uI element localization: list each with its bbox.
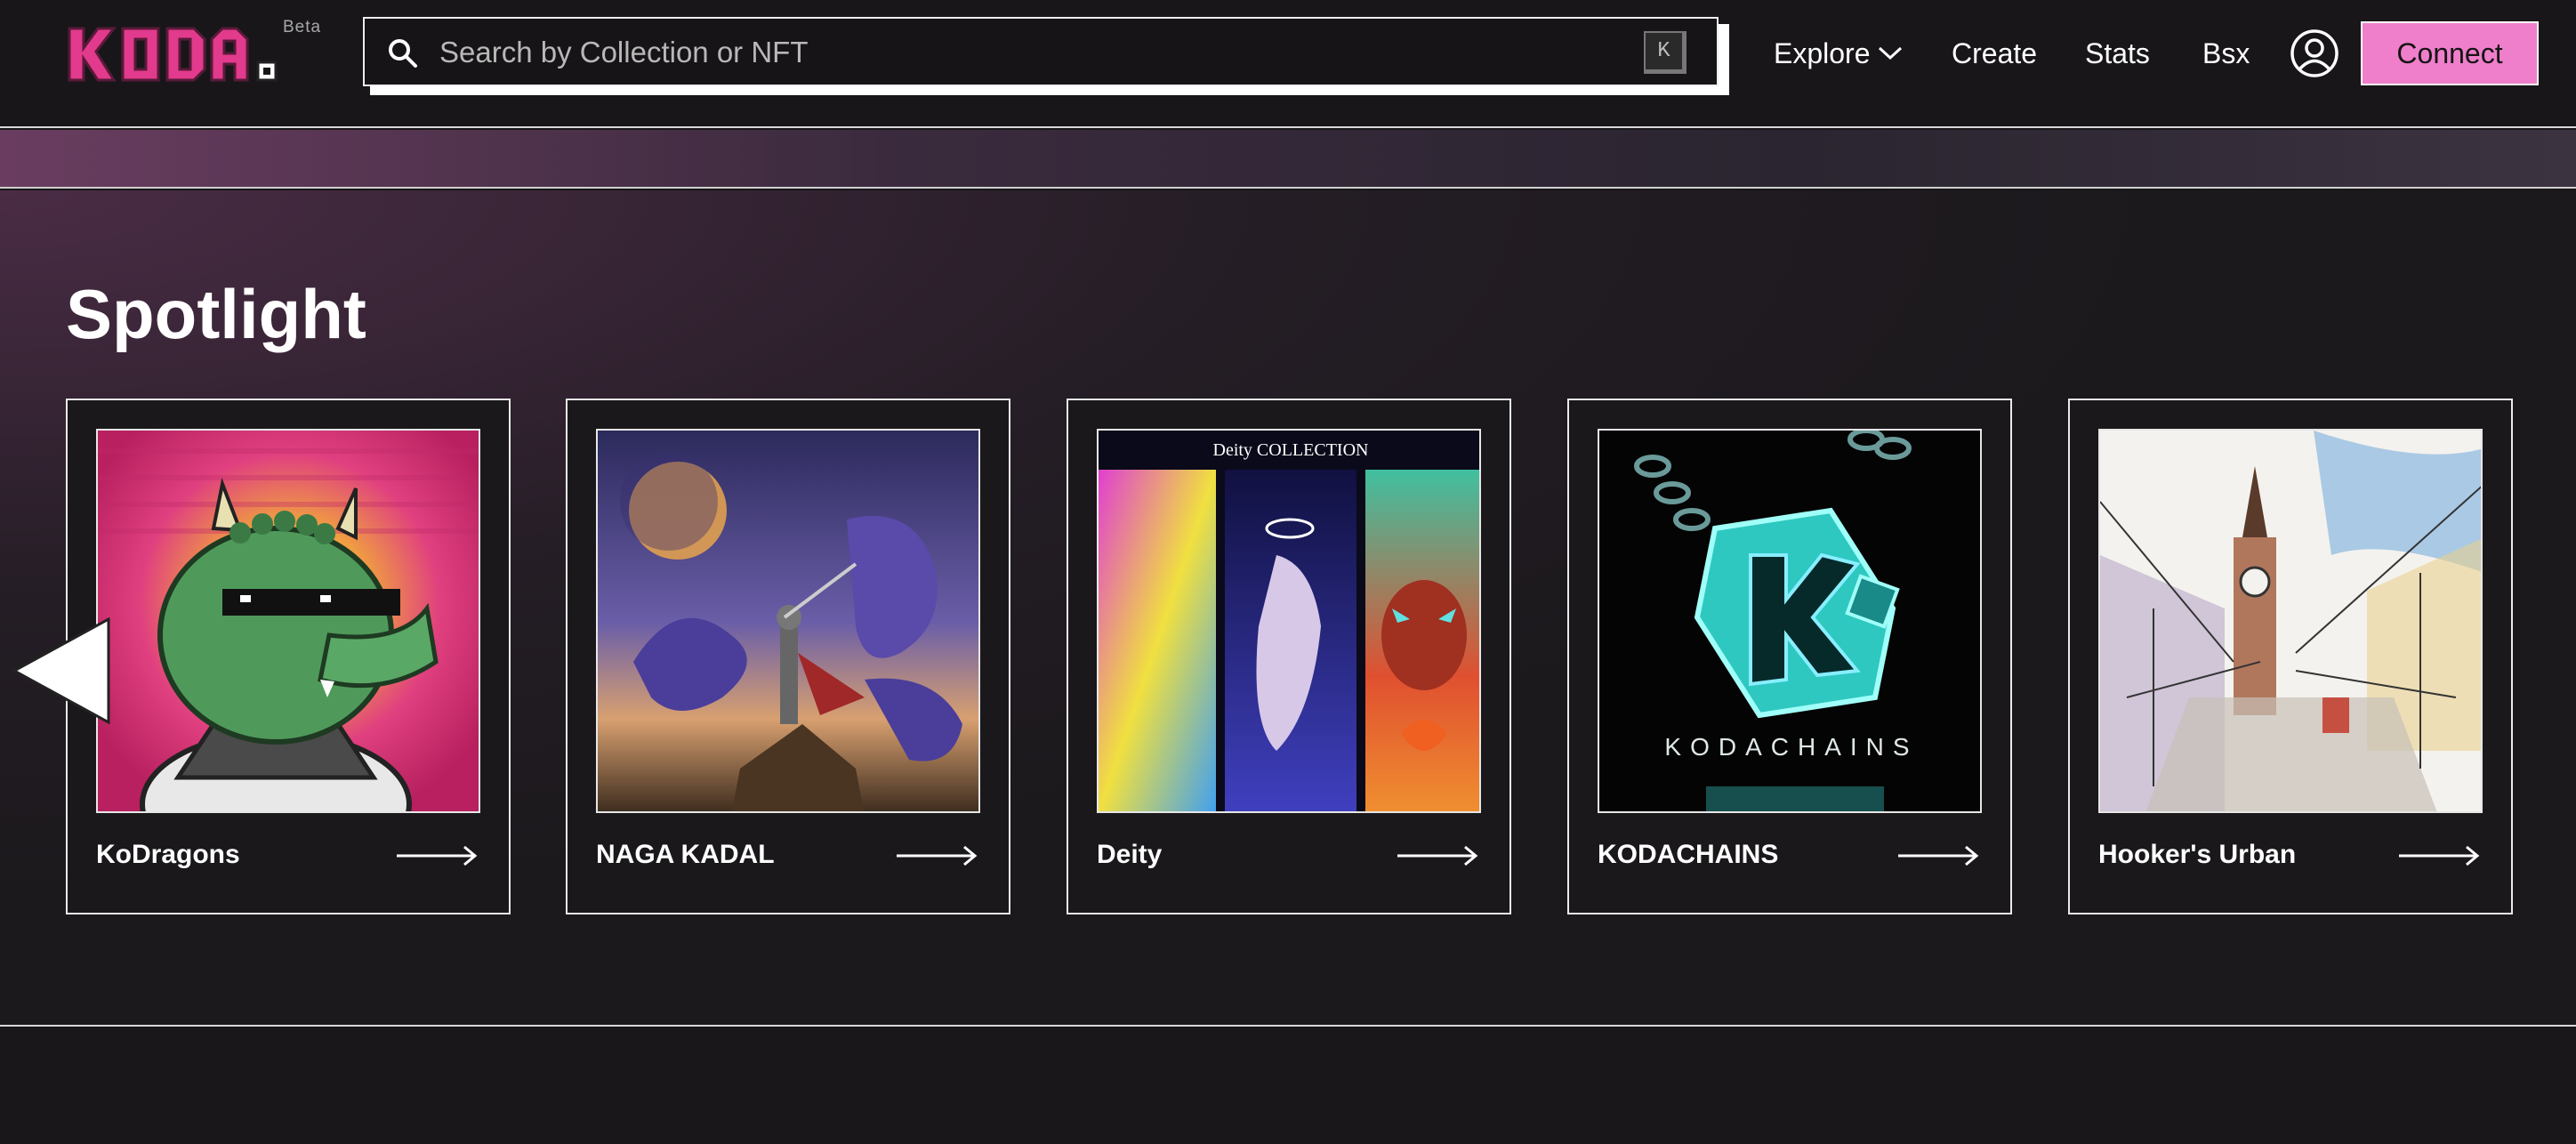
arrow-right-icon[interactable] xyxy=(397,845,479,866)
section-title: Spotlight xyxy=(66,275,366,353)
chevron-down-icon xyxy=(1878,46,1902,60)
collection-name: NAGA KADAL xyxy=(596,840,775,869)
collection-name: KoDragons xyxy=(96,840,240,869)
spotlight-card-kodachains[interactable]: KODACHAINS KODACHAINS xyxy=(1567,399,2012,914)
nav-explore[interactable]: Explore xyxy=(1774,32,1903,75)
arrow-right-icon[interactable] xyxy=(897,845,978,866)
banner-strip xyxy=(0,130,2576,189)
arrow-right-icon[interactable] xyxy=(2399,845,2481,866)
shortcut-key-badge: K xyxy=(1644,31,1686,74)
connect-button[interactable]: Connect xyxy=(2361,21,2539,85)
header: Beta K Explore Create Stats Bsx Connect xyxy=(0,0,2576,128)
collection-image xyxy=(96,429,480,813)
search-box[interactable]: K xyxy=(363,17,1719,86)
arrow-right-icon[interactable] xyxy=(1397,845,1479,866)
spotlight-section: Spotlight KoDragons NAGA KADAL Deity COL… xyxy=(0,190,2576,1027)
collection-image: KODACHAINS xyxy=(1598,429,1982,813)
arrow-right-icon[interactable] xyxy=(1898,845,1980,866)
search-icon xyxy=(389,39,417,68)
kodachains-overlay-text: KODACHAINS xyxy=(1664,733,1918,761)
nav-create[interactable]: Create xyxy=(1952,32,2037,75)
search-input[interactable] xyxy=(439,28,1596,77)
search-bar[interactable]: K xyxy=(363,17,1729,95)
footer-area xyxy=(0,1028,2576,1144)
spotlight-card-deity[interactable]: Deity COLLECTION Deity xyxy=(1067,399,1511,914)
nav-bsx[interactable]: Bsx xyxy=(2202,32,2250,75)
collection-image xyxy=(2098,429,2483,813)
koda-logo[interactable] xyxy=(66,21,297,87)
collection-image xyxy=(596,429,980,813)
collection-name: Deity xyxy=(1097,840,1163,869)
collection-name: KODACHAINS xyxy=(1598,840,1779,869)
deity-overlay-text: Deity COLLECTION xyxy=(1213,440,1369,460)
beta-badge: Beta xyxy=(283,18,322,36)
spotlight-card-kodragons[interactable]: KoDragons xyxy=(66,399,511,914)
spotlight-card-naga-kadal[interactable]: NAGA KADAL xyxy=(566,399,1010,914)
nav-explore-label: Explore xyxy=(1774,36,1871,69)
collection-image: Deity COLLECTION xyxy=(1097,429,1481,813)
spotlight-card-hookers-urban[interactable]: Hooker's Urban xyxy=(2068,399,2513,914)
carousel-prev-icon[interactable] xyxy=(12,617,112,724)
collection-name: Hooker's Urban xyxy=(2098,840,2297,869)
nav-stats[interactable]: Stats xyxy=(2085,32,2150,75)
profile-icon[interactable] xyxy=(2290,28,2339,78)
